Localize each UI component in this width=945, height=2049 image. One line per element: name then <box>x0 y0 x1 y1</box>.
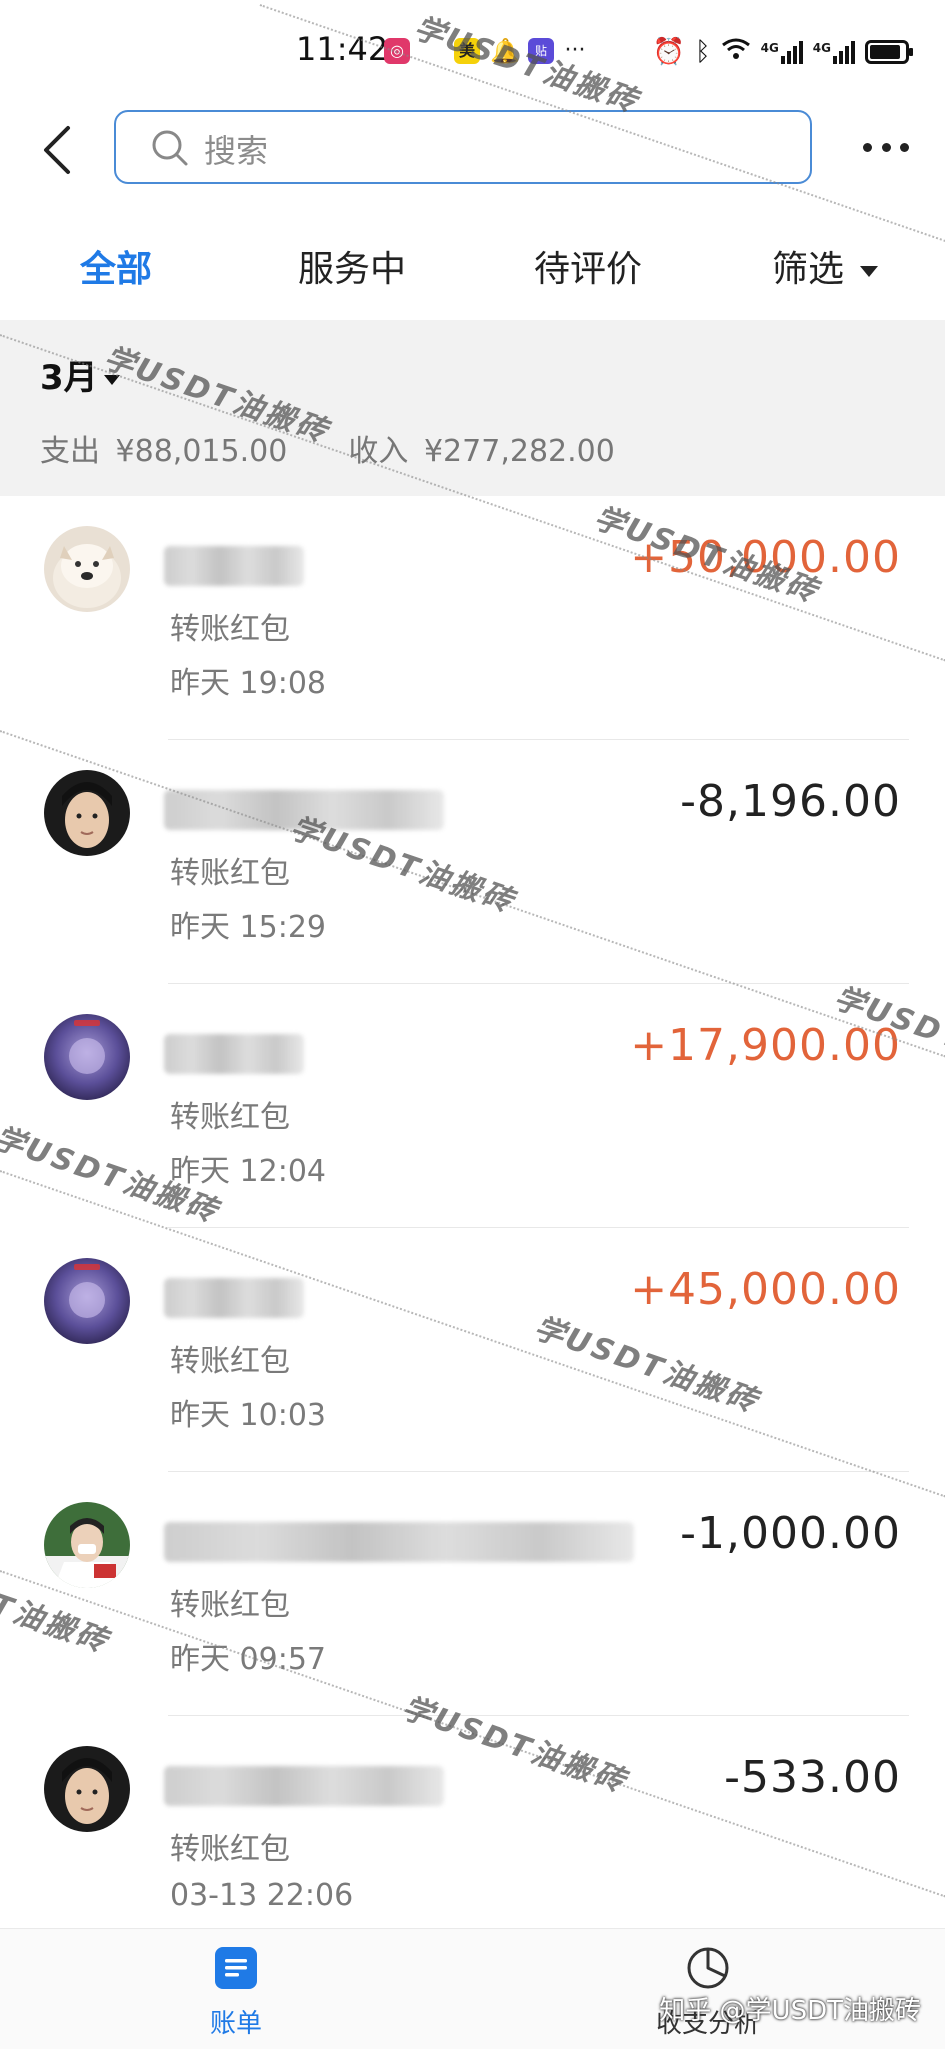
month-totals: 支出 ¥88,015.00 收入 ¥277,282.00 <box>40 426 621 470</box>
transaction-amount: -533.00 <box>724 1752 901 1803</box>
bell-icon: 🔔 <box>490 37 520 65</box>
filter-tabs: 全部 服务中 待评价 筛选 <box>0 220 945 320</box>
transaction-row[interactable]: +45,000.00 转账红包 昨天 10:03 <box>0 1228 945 1472</box>
blurred-name <box>164 546 304 586</box>
transaction-row[interactable]: -533.00 转账红包 03-13 22:06 <box>0 1716 945 1960</box>
bill-icon <box>215 1947 257 1989</box>
status-time: 11:42 <box>296 30 389 68</box>
income-value: ¥277,282.00 <box>423 434 615 469</box>
wifi-icon <box>721 37 751 68</box>
battery-icon <box>865 40 913 64</box>
more-notifications-icon: ··· <box>564 38 586 63</box>
month-summary: 3月 支出 ¥88,015.00 收入 ¥277,282.00 <box>0 320 945 496</box>
transaction-type: 转账红包 <box>170 1588 290 1623</box>
app-notification-icon: ◎ <box>384 38 410 64</box>
transaction-row[interactable]: -8,196.00 转账红包 昨天 15:29 <box>0 740 945 984</box>
expense-value: ¥88,015.00 <box>115 434 288 469</box>
caret-down-icon <box>860 265 879 277</box>
status-bar: 11:42 ◎ 美 🔔 贴 ··· ⏰ ᛒ 4G 4G <box>0 0 945 100</box>
header: 搜索 <box>0 100 945 220</box>
alarm-icon: ⏰ <box>652 37 685 67</box>
source-credit: 知乎 @学USDT油搬砖 <box>659 1996 921 2026</box>
tab-all[interactable]: 全部 <box>80 240 152 292</box>
transaction-type: 转账红包 <box>170 856 290 891</box>
tab-in-service[interactable]: 服务中 <box>298 240 406 292</box>
transaction-amount: +45,000.00 <box>630 1264 901 1315</box>
transaction-amount: +50,000.00 <box>630 532 901 583</box>
blurred-name <box>164 1034 304 1074</box>
transaction-type: 转账红包 <box>170 1832 290 1867</box>
caret-down-icon <box>103 374 120 385</box>
transaction-list: +50,000.00 转账红包 昨天 19:08 -8,196.00 转账红包 … <box>0 496 945 1960</box>
tab-filter-label: 筛选 <box>772 249 845 290</box>
nav-bills-label: 账单 <box>209 2009 262 2039</box>
transaction-amount: -8,196.00 <box>680 776 901 827</box>
dot-icon <box>881 142 891 152</box>
month-selector[interactable]: 3月 <box>40 350 120 399</box>
blurred-name <box>164 790 444 830</box>
dot-icon <box>900 142 909 152</box>
transaction-type: 转账红包 <box>170 612 290 647</box>
transaction-time: 昨天 19:08 <box>170 666 326 701</box>
avatar <box>44 1258 130 1344</box>
bottom-navigation: 账单 收支分析 <box>0 1928 945 2049</box>
more-options-button[interactable] <box>863 140 909 154</box>
transaction-time: 昨天 15:29 <box>170 910 326 945</box>
network-type-1: 4G <box>760 40 779 55</box>
dot-icon <box>863 142 872 152</box>
chevron-left-icon <box>44 126 70 174</box>
pie-chart-icon <box>687 1947 729 1989</box>
avatar <box>44 526 130 612</box>
back-button[interactable] <box>32 120 84 180</box>
search-icon <box>152 130 188 166</box>
status-icons: ⏰ ᛒ 4G 4G <box>652 34 913 70</box>
search-placeholder: 搜索 <box>204 132 269 170</box>
tab-filter[interactable]: 筛选 <box>772 240 879 292</box>
meituan-notification-icon: 美 <box>454 38 480 64</box>
cell-signal-icon-2: 4G <box>812 40 855 64</box>
tab-pending-review[interactable]: 待评价 <box>534 240 642 292</box>
blurred-name <box>164 1522 634 1562</box>
app-badge-icon: 贴 <box>528 38 554 64</box>
avatar <box>44 1014 130 1100</box>
network-type-2: 4G <box>812 40 831 55</box>
transaction-time: 昨天 10:03 <box>170 1398 326 1433</box>
transaction-time: 昨天 09:57 <box>170 1642 326 1677</box>
transaction-row[interactable]: -1,000.00 转账红包 昨天 09:57 <box>0 1472 945 1716</box>
transaction-row[interactable]: +17,900.00 转账红包 昨天 12:04 <box>0 984 945 1228</box>
transaction-time: 昨天 12:04 <box>170 1154 326 1189</box>
blurred-name <box>164 1278 304 1318</box>
avatar <box>44 1746 130 1832</box>
blurred-name <box>164 1766 444 1806</box>
transaction-time: 03-13 22:06 <box>170 1878 354 1913</box>
transaction-type: 转账红包 <box>170 1344 290 1379</box>
transaction-amount: -1,000.00 <box>680 1508 901 1559</box>
bluetooth-icon: ᛒ <box>694 37 711 67</box>
cell-signal-icon-1: 4G <box>760 40 803 64</box>
transaction-amount: +17,900.00 <box>630 1020 901 1071</box>
transaction-type: 转账红包 <box>170 1100 290 1135</box>
nav-bills[interactable]: 账单 <box>156 1945 316 2040</box>
month-label: 3月 <box>40 358 98 398</box>
avatar <box>44 770 130 856</box>
expense-label: 支出 <box>40 434 100 469</box>
income-label: 收入 <box>348 434 409 469</box>
avatar <box>44 1502 130 1588</box>
transaction-row[interactable]: +50,000.00 转账红包 昨天 19:08 <box>0 496 945 740</box>
search-input[interactable]: 搜索 <box>114 110 812 184</box>
